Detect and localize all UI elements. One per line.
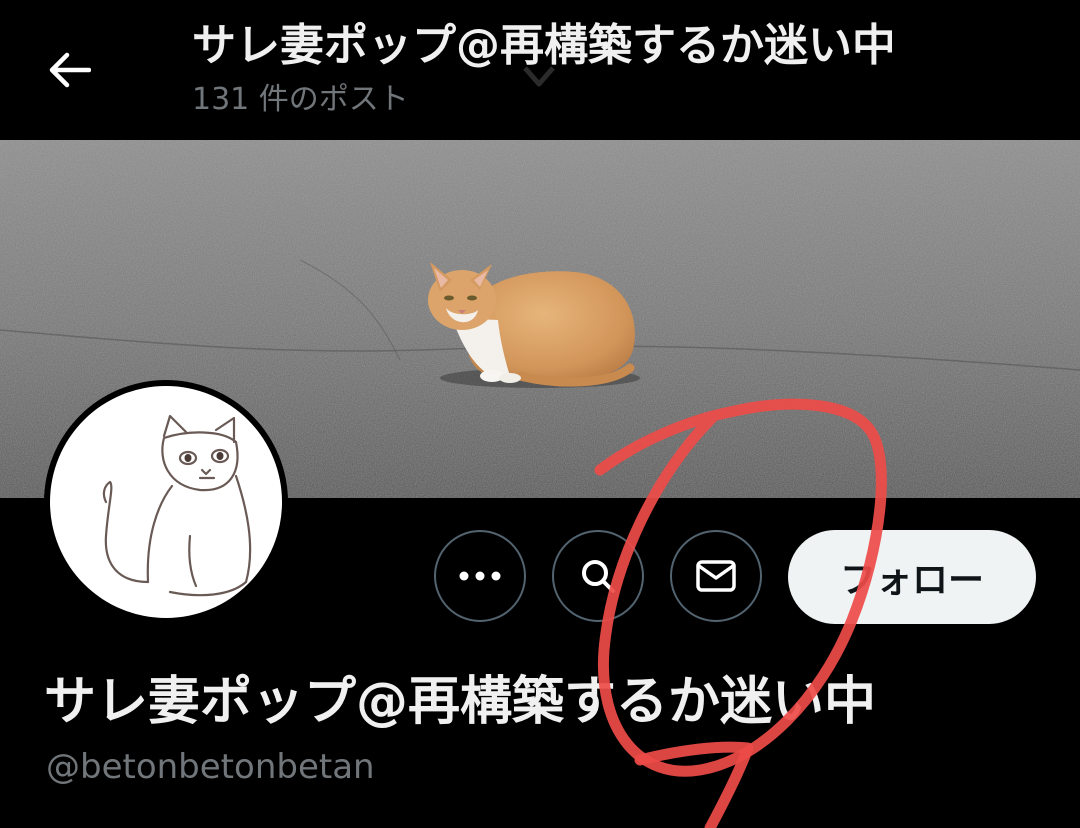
mail-icon [696,560,736,592]
profile-handle[interactable]: @betonbetonbetan [46,744,375,790]
back-button[interactable] [40,42,100,98]
profile-name: サレ妻ポップ@再構築するか迷い中 [44,672,877,732]
follow-button[interactable]: フォロー [788,530,1036,624]
more-icon [459,571,501,581]
chevron-down-icon [523,66,555,87]
more-button[interactable] [434,530,526,622]
arrow-left-icon [49,52,91,88]
avatar-image [50,386,282,618]
avatar[interactable] [44,380,288,624]
post-count: 131 件のポスト [192,82,409,117]
message-button[interactable] [670,530,762,622]
profile-header-bar: サレ妻ポップ@再構築するか迷い中 131 件のポスト [0,0,1080,140]
search-posts-button[interactable] [552,530,644,622]
search-icon [582,560,615,593]
cat-drawing-icon [102,414,252,597]
